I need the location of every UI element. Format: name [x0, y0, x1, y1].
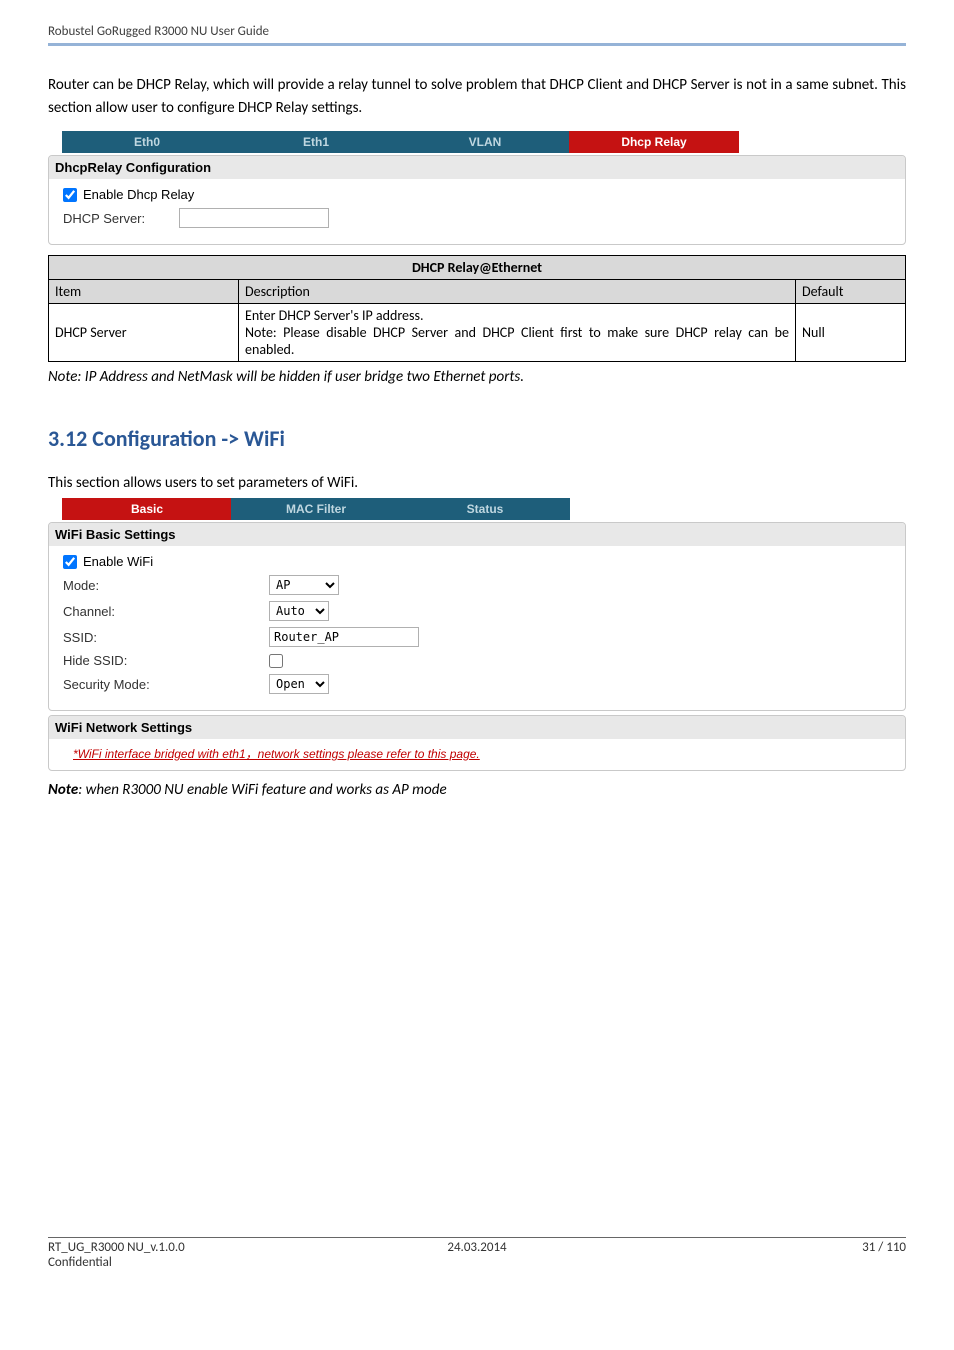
wifi-bridge-link[interactable]: *WiFi interface bridged with eth1，networ…: [73, 747, 480, 761]
footer-left-line2: Confidential: [48, 1255, 112, 1270]
col-item: Item: [49, 280, 239, 304]
tab-status[interactable]: Status: [400, 498, 570, 520]
table-title: DHCP Relay@Ethernet: [49, 256, 906, 280]
enable-wifi-label: Enable WiFi: [83, 554, 153, 569]
page-footer: RT_UG_R3000 NU_v.1.0.0 Confidential 24.0…: [48, 1237, 906, 1270]
wifi-tabs: Basic MAC Filter Status: [62, 498, 906, 520]
mode-label: Mode:: [63, 578, 263, 593]
note-ap-mode: Note: when R3000 NU enable WiFi feature …: [48, 779, 906, 802]
note-prefix: Note: [48, 781, 78, 799]
mode-select[interactable]: AP: [269, 575, 339, 595]
intro-paragraph: Router can be DHCP Relay, which will pro…: [48, 74, 906, 119]
ssid-label: SSID:: [63, 630, 263, 645]
tab-basic[interactable]: Basic: [62, 498, 232, 520]
row-desc: Enter DHCP Server's IP address.Note: Ple…: [239, 304, 796, 362]
header-divider: [48, 43, 906, 46]
tab-mac-filter[interactable]: MAC Filter: [231, 498, 401, 520]
footer-left-line1: RT_UG_R3000 NU_v.1.0.0: [48, 1240, 185, 1255]
channel-label: Channel:: [63, 604, 263, 619]
enable-wifi-checkbox[interactable]: [63, 555, 77, 569]
dhcp-relay-tabs: Eth0 Eth1 VLAN Dhcp Relay: [62, 131, 906, 153]
wifi-basic-head: WiFi Basic Settings: [49, 523, 905, 546]
dhcp-relay-panel-head: DhcpRelay Configuration: [49, 156, 905, 179]
footer-page: 31 / 110: [862, 1240, 906, 1270]
col-default: Default: [796, 280, 906, 304]
wifi-basic-panel: WiFi Basic Settings Enable WiFi Mode: AP…: [48, 522, 906, 711]
dhcp-relay-panel: DhcpRelay Configuration Enable Dhcp Rela…: [48, 155, 906, 245]
wifi-network-head: WiFi Network Settings: [49, 716, 905, 739]
row-default: Null: [796, 304, 906, 362]
security-label: Security Mode:: [63, 677, 263, 692]
col-desc: Description: [239, 280, 796, 304]
ssid-input[interactable]: [269, 627, 419, 647]
dhcp-server-input[interactable]: [179, 208, 329, 228]
row-item: DHCP Server: [49, 304, 239, 362]
hide-ssid-label: Hide SSID:: [63, 653, 263, 668]
tab-eth1[interactable]: Eth1: [231, 131, 401, 153]
enable-dhcp-relay-checkbox[interactable]: [63, 188, 77, 202]
tab-vlan[interactable]: VLAN: [400, 131, 570, 153]
note-rest: : when R3000 NU enable WiFi feature and …: [78, 781, 446, 799]
wifi-network-panel: WiFi Network Settings *WiFi interface br…: [48, 715, 906, 771]
doc-header: Robustel GoRugged R3000 NU User Guide: [48, 24, 906, 43]
hide-ssid-checkbox[interactable]: [269, 654, 283, 668]
channel-select[interactable]: Auto: [269, 601, 329, 621]
note-bridge: Note: IP Address and NetMask will be hid…: [48, 366, 906, 389]
tab-eth0[interactable]: Eth0: [62, 131, 232, 153]
dhcp-relay-desc-table: DHCP Relay@Ethernet Item Description Def…: [48, 255, 906, 362]
section-heading: 3.12 Configuration -> WiFi: [48, 425, 906, 452]
security-select[interactable]: Open: [269, 674, 329, 694]
enable-dhcp-relay-label: Enable Dhcp Relay: [83, 187, 194, 202]
wifi-intro: This section allows users to set paramet…: [48, 472, 906, 495]
dhcp-server-label: DHCP Server:: [63, 211, 173, 226]
tab-dhcp-relay[interactable]: Dhcp Relay: [569, 131, 739, 153]
footer-date: 24.03.2014: [447, 1240, 506, 1255]
